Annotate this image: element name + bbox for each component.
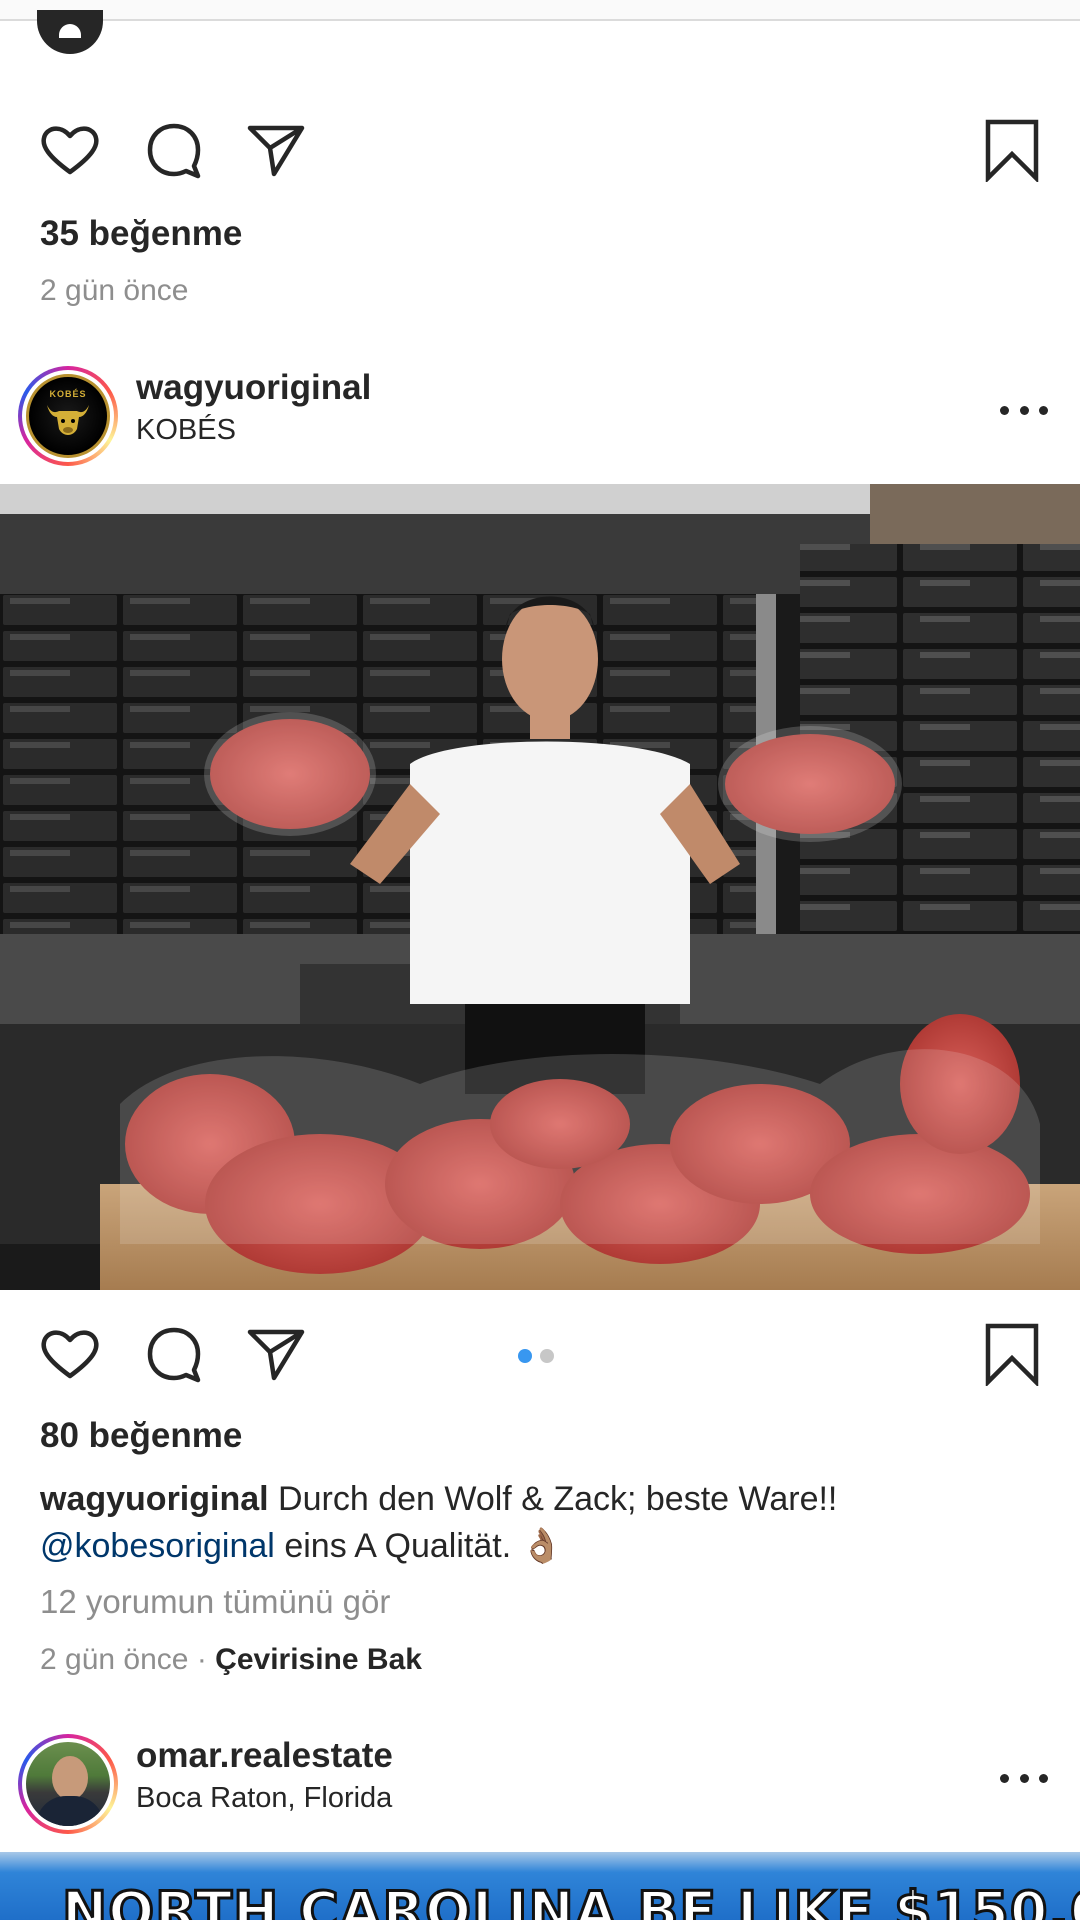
more-options-icon[interactable] <box>1000 1760 1048 1796</box>
caption-tail: eins A Qualität. <box>284 1527 512 1565</box>
share-icon[interactable] <box>240 1318 312 1390</box>
post1-timestamp: 2 gün önce <box>40 274 189 307</box>
ok-hand-emoji: 👌🏽 <box>520 1527 563 1565</box>
post3-image-text: NORTH CAROLINA BE LIKE $150,000 <box>61 1879 1080 1920</box>
heart-icon[interactable] <box>34 114 106 186</box>
post3-avatar[interactable] <box>18 1734 118 1834</box>
bookmark-icon[interactable] <box>976 1318 1048 1390</box>
kobes-logo-icon: KOBÉS <box>26 374 110 458</box>
post2-caption: wagyuoriginal Durch den Wolf & Zack; bes… <box>40 1476 1040 1570</box>
top-divider <box>0 0 1080 21</box>
post1-like-count[interactable]: 35 beğenme <box>40 214 242 254</box>
post2-username[interactable]: wagyuoriginal <box>136 368 371 408</box>
comment-icon[interactable] <box>138 1318 210 1390</box>
caption-text: Durch den Wolf & Zack; beste Ware!! <box>278 1480 838 1518</box>
post2-location[interactable]: KOBÉS <box>136 414 236 447</box>
heart-icon[interactable] <box>34 1318 106 1390</box>
post3-header: omar.realestate Boca Raton, Florida <box>0 1726 1080 1836</box>
previous-post-avatar-icon[interactable] <box>37 10 103 54</box>
profile-photo <box>26 1742 110 1826</box>
carousel-dot <box>540 1349 554 1363</box>
post2-timestamp: 2 gün önce <box>40 1643 189 1676</box>
view-all-comments-link[interactable]: 12 yorumun tümünü gör <box>40 1583 390 1621</box>
share-icon[interactable] <box>240 114 312 186</box>
caption-username[interactable]: wagyuoriginal <box>40 1480 269 1518</box>
post2-header: KOBÉS wagyuoriginal KOBÉS <box>0 358 1080 468</box>
post2-avatar[interactable]: KOBÉS <box>18 366 118 466</box>
post2-time-row: 2 gün önce · Çevirisine Bak <box>40 1643 422 1677</box>
post1-action-row <box>0 114 1080 194</box>
see-translation-link[interactable]: Çevirisine Bak <box>215 1643 422 1676</box>
post2-like-count[interactable]: 80 beğenme <box>40 1416 242 1456</box>
post3-location[interactable]: Boca Raton, Florida <box>136 1782 392 1815</box>
post3-username[interactable]: omar.realestate <box>136 1736 393 1776</box>
carousel-indicator <box>518 1349 554 1363</box>
comment-icon[interactable] <box>138 114 210 186</box>
caption-mention[interactable]: @kobesoriginal <box>40 1527 275 1565</box>
more-options-icon[interactable] <box>1000 392 1048 428</box>
post2-photo[interactable] <box>0 484 1080 1290</box>
bookmark-icon[interactable] <box>976 114 1048 186</box>
carousel-dot-active <box>518 1349 532 1363</box>
separator-dot: · <box>196 1643 207 1676</box>
post3-image[interactable]: NORTH CAROLINA BE LIKE $150,000 <box>0 1852 1080 1920</box>
